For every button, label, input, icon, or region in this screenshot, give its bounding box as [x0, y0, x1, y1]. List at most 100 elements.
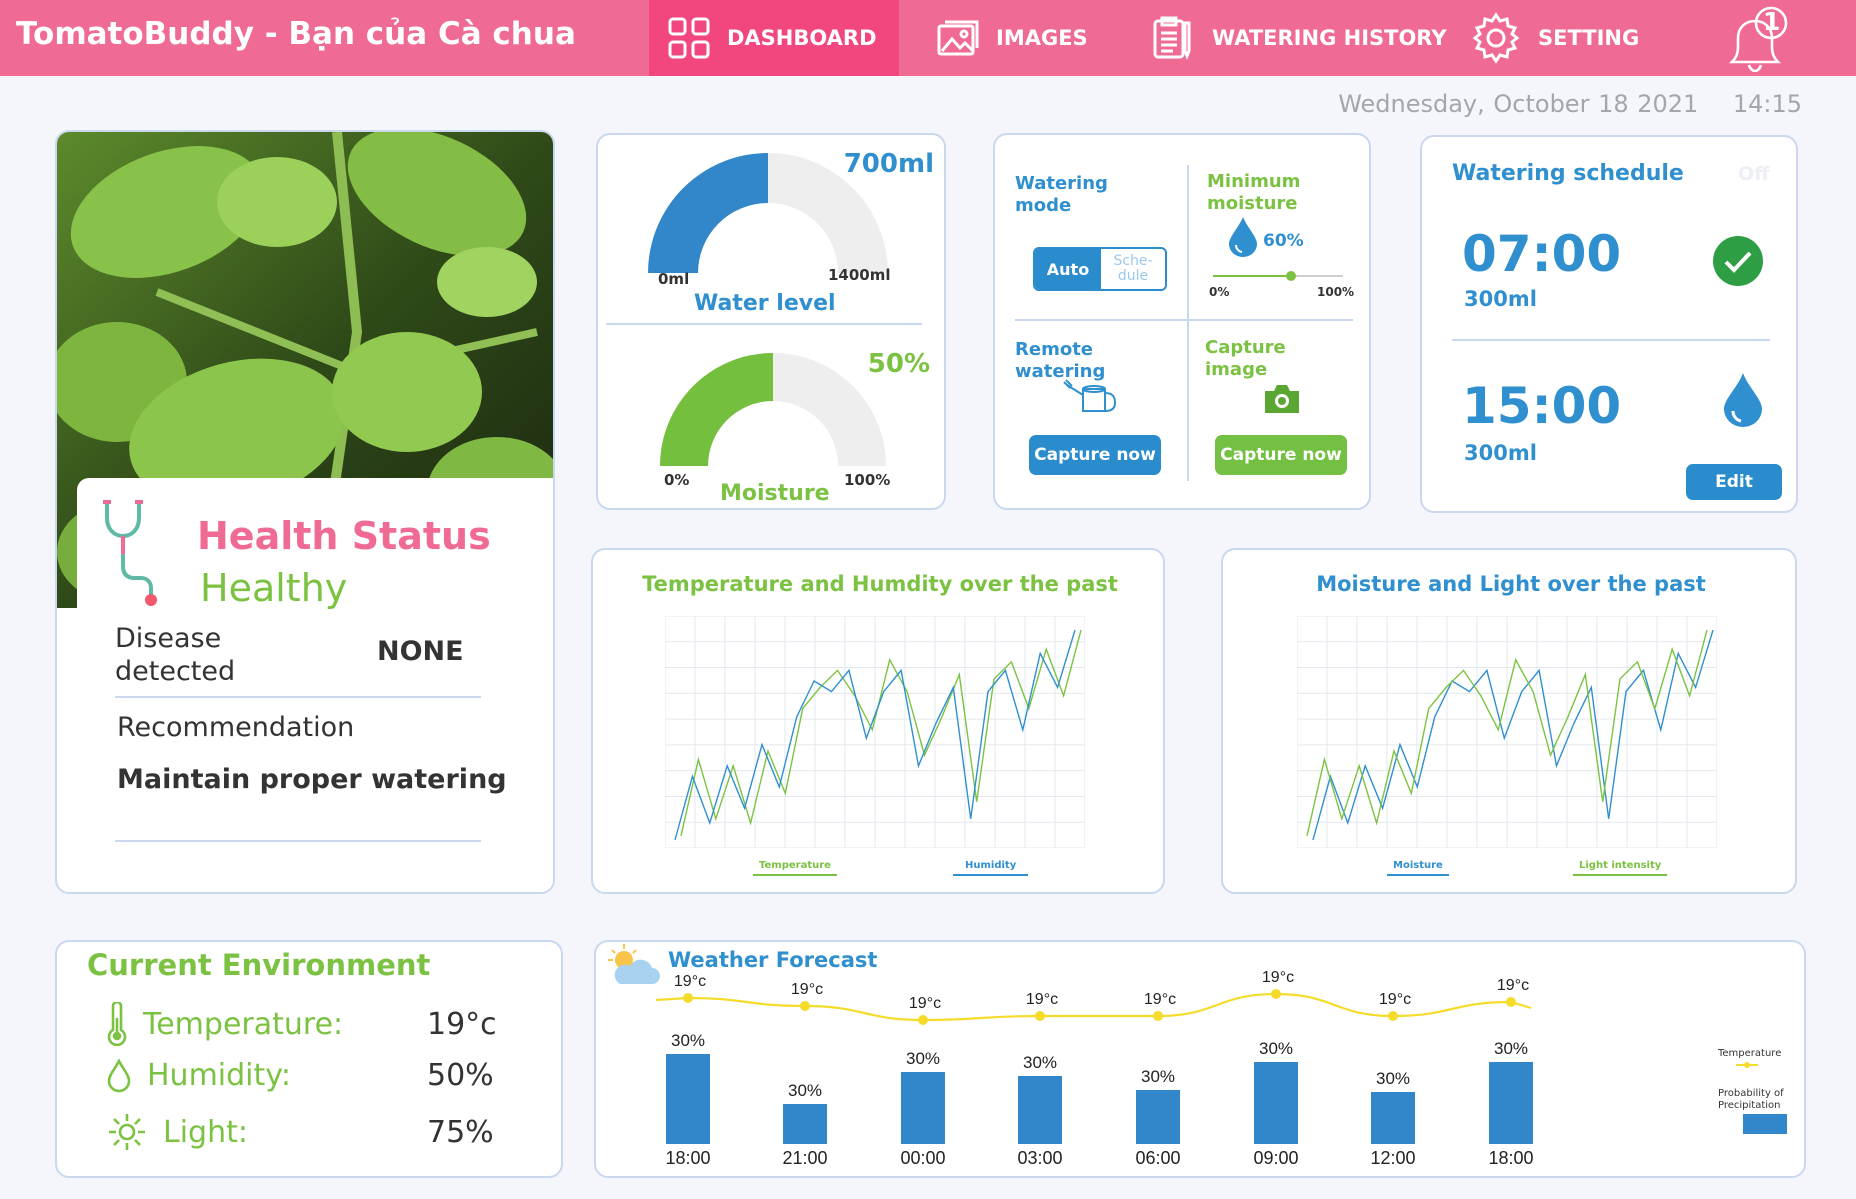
- moisture-light-chart-card: Moisture and Light over the past Moistur…: [1221, 548, 1797, 894]
- recommendation-label: Recommendation: [117, 712, 355, 743]
- disease-value: NONE: [377, 636, 464, 667]
- min-moisture-value: 60%: [1263, 231, 1304, 251]
- temperature-point: [1035, 1011, 1045, 1021]
- divider: [1187, 165, 1189, 481]
- image-icon: [937, 20, 979, 56]
- capture-image-button[interactable]: Capture now: [1215, 435, 1347, 475]
- slider-max: 100%: [1317, 285, 1355, 299]
- mode-schedule[interactable]: Sche- dule: [1101, 249, 1165, 289]
- legend-line: Precipitation: [1718, 1100, 1781, 1111]
- precip-label: 30%: [671, 1031, 705, 1050]
- schedule-time: 15:00: [1462, 377, 1622, 435]
- divider: [115, 840, 481, 842]
- droplet-icon: [107, 1058, 131, 1092]
- temperature-point: [1506, 997, 1516, 1007]
- nav-dashboard[interactable]: DASHBOARD: [649, 0, 899, 76]
- mode-schedule-line: Sche-: [1113, 253, 1153, 269]
- precip-label: 30%: [1494, 1039, 1528, 1058]
- health-title: Health Status: [197, 514, 491, 558]
- legend-item: Humidity: [953, 860, 1029, 876]
- precip-bar: [1018, 1076, 1062, 1144]
- capture-image-label: Capture image: [1205, 337, 1286, 381]
- precip-bar: [1136, 1090, 1180, 1144]
- temperature-label: 19°c: [791, 981, 823, 998]
- temperature-point: [800, 1001, 810, 1011]
- schedule-amount: 300ml: [1464, 287, 1537, 311]
- camera-icon: [1265, 385, 1299, 413]
- controls-card: Watering mode Auto Sche- dule Minimum mo…: [993, 133, 1371, 510]
- time-label: 06:00: [1135, 1148, 1180, 1168]
- watering-mode-label: Watering mode: [1015, 173, 1108, 217]
- label-line: Watering: [1015, 173, 1108, 194]
- divider: [606, 323, 922, 325]
- env-label: Humidity:: [147, 1058, 291, 1093]
- temp-humidity-chart-card: Temperature and Humdity over the past Te…: [591, 548, 1165, 894]
- time-label: 12:00: [1370, 1148, 1415, 1168]
- nav-setting[interactable]: SETTING: [1470, 0, 1639, 76]
- weather-card: Weather Forecast 30% 18:00 30% 21:00 30% 00:0…: [594, 940, 1806, 1178]
- temp-humidity-line-chart: [665, 616, 1085, 848]
- mode-auto[interactable]: Auto: [1035, 249, 1101, 289]
- moisture-gauge-wrap: [660, 353, 886, 470]
- health-panel: Health Status Healthy Disease detected N…: [77, 478, 553, 892]
- chart-title: Moisture and Light over the past: [1316, 572, 1706, 596]
- edit-schedule-button[interactable]: Edit: [1686, 464, 1782, 500]
- schedule-amount: 300ml: [1464, 441, 1537, 465]
- remote-capture-button[interactable]: Capture now: [1029, 435, 1161, 475]
- precip-bar: [1371, 1092, 1415, 1144]
- temperature-point: [1153, 1011, 1163, 1021]
- legend-temperature-swatch: [1736, 1062, 1758, 1068]
- remote-watering-label: Remote watering: [1015, 339, 1105, 383]
- health-status: Healthy: [200, 566, 348, 610]
- legend-precip-label: Probability of Precipitation: [1718, 1088, 1784, 1112]
- schedule-toggle[interactable]: Off: [1738, 163, 1770, 185]
- env-label: Temperature:: [143, 1006, 344, 1042]
- gauge-fill: [648, 153, 768, 273]
- nav-images[interactable]: IMAGES: [936, 0, 1088, 76]
- series-line-temperature: [680, 629, 1082, 836]
- time-label: 18:00: [665, 1148, 710, 1168]
- label-line: moisture: [1207, 193, 1298, 214]
- temperature-label: 19°c: [909, 995, 941, 1012]
- slider-min: 0%: [1209, 285, 1230, 299]
- sun-icon: [109, 1114, 145, 1150]
- grid-icon: [668, 17, 710, 59]
- notification-bell[interactable]: 1: [1722, 4, 1794, 73]
- watering-can-icon: [1063, 379, 1117, 412]
- moisture-slider[interactable]: [1213, 271, 1343, 281]
- gauge-fill: [660, 353, 773, 466]
- precip-label: 30%: [1023, 1053, 1057, 1072]
- slider-knob[interactable]: [1286, 271, 1296, 281]
- weather-chart: 30% 18:00 30% 21:00 30% 00:00 30% 03:00 30% 06:00…: [656, 969, 1534, 1168]
- legend-item: Moisture: [1387, 860, 1449, 876]
- temperature-point: [1271, 989, 1281, 999]
- clipboard-icon: [1153, 16, 1191, 61]
- time-label: 09:00: [1253, 1148, 1298, 1168]
- precip-label: 30%: [1141, 1067, 1175, 1086]
- mode-toggle[interactable]: Auto Sche- dule: [1033, 247, 1167, 291]
- check-icon: [1713, 236, 1763, 286]
- precip-bar: [1489, 1062, 1533, 1144]
- env-label: Light:: [163, 1114, 248, 1150]
- nav-label: WATERING HISTORY: [1212, 26, 1447, 50]
- app-title: TomatoBuddy - Bạn của Cà chua: [16, 16, 576, 52]
- time-label: 03:00: [1017, 1148, 1062, 1168]
- precip-bar: [666, 1054, 710, 1144]
- datetime: Wednesday, October 18 2021 14:15: [1338, 90, 1802, 118]
- moisture-max: 100%: [844, 471, 891, 489]
- precip-bar: [1254, 1062, 1298, 1144]
- nav-label: IMAGES: [996, 26, 1088, 50]
- nav-watering-history[interactable]: WATERING HISTORY: [1150, 0, 1447, 76]
- temperature-label: 19°c: [1497, 977, 1529, 994]
- time-label: 00:00: [900, 1148, 945, 1168]
- notification-count: 1: [1763, 7, 1781, 36]
- thermometer-icon: [107, 1002, 127, 1046]
- temperature-point: [1388, 1011, 1398, 1021]
- temperature-label: 19°c: [674, 973, 706, 990]
- bell-icon: [1728, 6, 1788, 73]
- time-label: 21:00: [782, 1148, 827, 1168]
- slider-fill: [1213, 275, 1291, 277]
- divider: [115, 696, 481, 698]
- mode-schedule-line: dule: [1117, 268, 1149, 284]
- temperature-label: 19°c: [1262, 969, 1294, 986]
